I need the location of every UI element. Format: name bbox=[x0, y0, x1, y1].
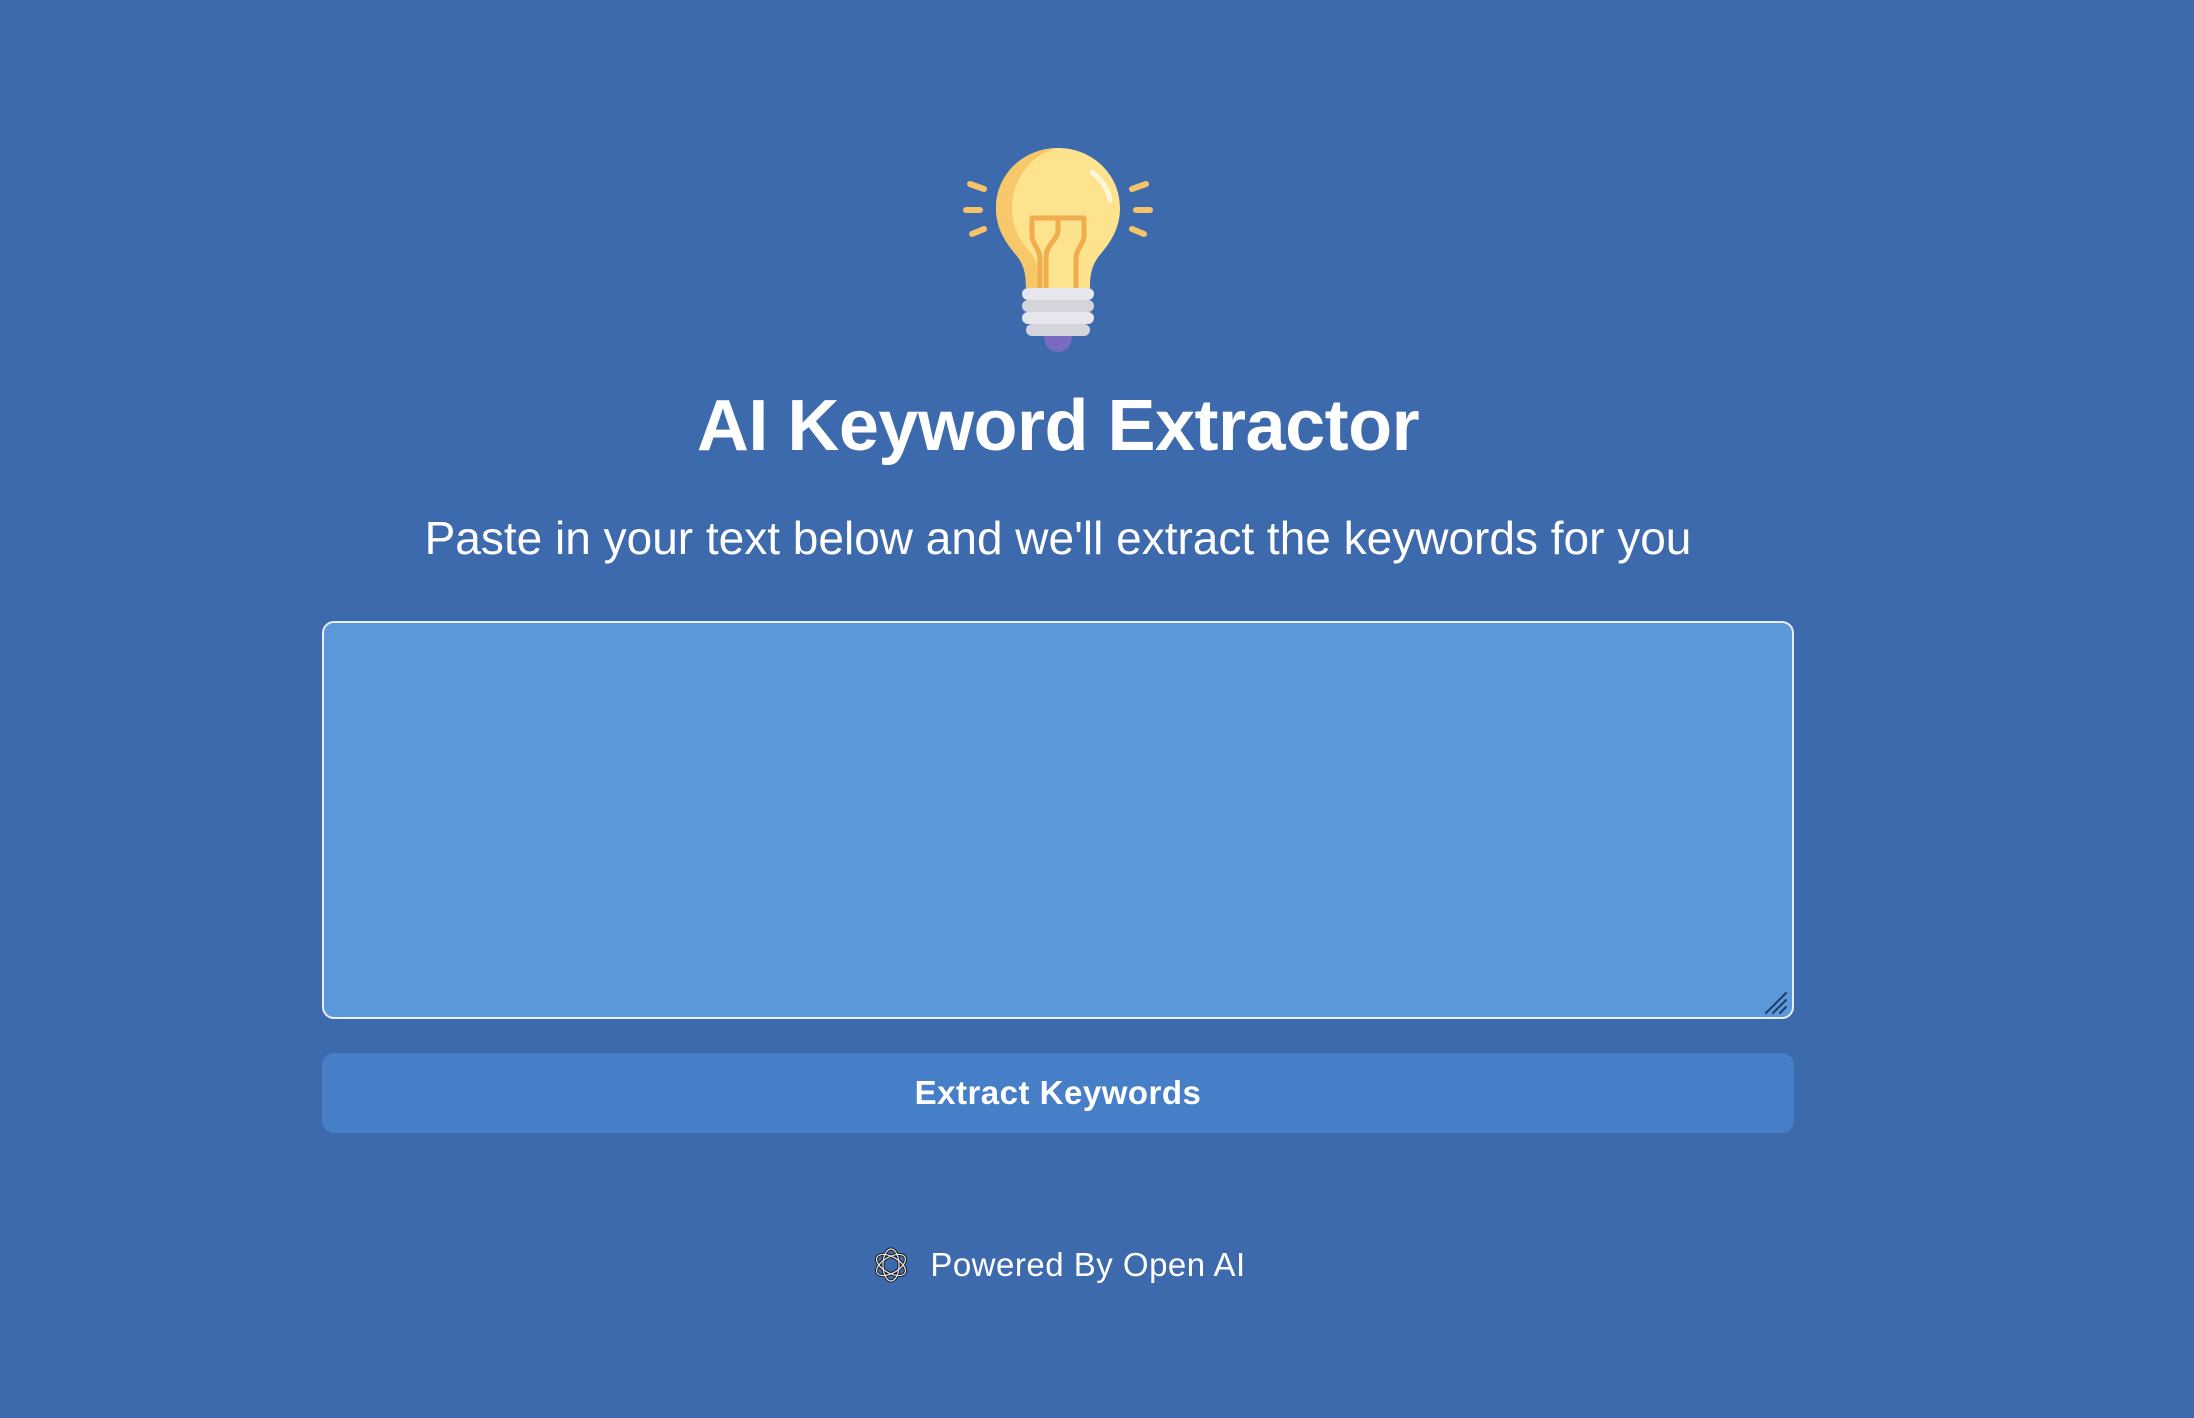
page-title: AI Keyword Extractor bbox=[696, 386, 1420, 466]
resize-handle-icon[interactable] bbox=[1762, 989, 1788, 1015]
page: AI Keyword Extractor Paste in your text … bbox=[0, 0, 2194, 1418]
footer: Powered By Open AI bbox=[0, 1240, 2116, 1290]
text-input[interactable] bbox=[322, 621, 1794, 1019]
extract-keywords-button[interactable]: Extract Keywords bbox=[322, 1053, 1794, 1133]
footer-text: Powered By Open AI bbox=[930, 1246, 1246, 1283]
lightbulb-icon bbox=[963, 148, 1153, 352]
page-subtitle: Paste in your text below and we'll extra… bbox=[424, 512, 1692, 564]
openai-logo-icon bbox=[875, 1247, 908, 1283]
